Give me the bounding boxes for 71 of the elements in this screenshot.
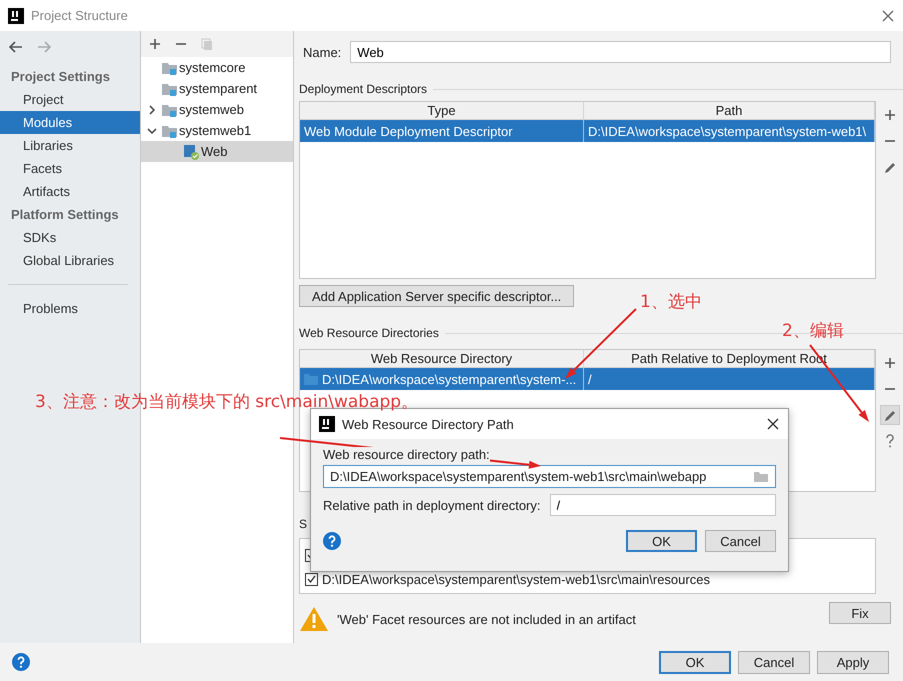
section-title: Deployment Descriptors — [299, 82, 428, 96]
close-icon — [882, 10, 894, 22]
column-header[interactable]: Web Resource Directory — [300, 350, 584, 367]
chevron-down-icon — [147, 126, 157, 136]
table-cell: Web Module Deployment Descriptor — [304, 124, 513, 138]
field-label: Web resource directory path: — [323, 447, 490, 463]
fix-button[interactable]: Fix — [829, 602, 891, 624]
sidebar-item[interactable]: SDKs — [0, 226, 140, 249]
pencil-icon — [883, 160, 896, 174]
table-row[interactable]: Web Module Deployment Descriptor D:\IDEA\workspace\systemparent\system-web1\ — [300, 120, 875, 142]
sidebar-item[interactable]: Problems — [0, 297, 140, 320]
help-icon — [884, 434, 894, 448]
back-arrow-icon — [9, 41, 23, 53]
web-facet-icon — [183, 144, 199, 160]
forward-arrow-icon — [37, 41, 51, 53]
sidebar-item[interactable]: Modules — [0, 111, 140, 134]
dialog-button[interactable]: OK — [626, 530, 697, 552]
section-heading: Project Settings — [10, 68, 111, 86]
column-header[interactable]: Path — [584, 102, 875, 119]
warning-icon — [299, 606, 329, 632]
section-title: S — [299, 517, 308, 531]
sidebar-item[interactable]: Artifacts — [0, 180, 140, 203]
help-icon — [12, 653, 30, 671]
checkmark-icon — [307, 575, 316, 583]
dialog-title: Web Resource Directory Path — [342, 416, 514, 432]
table-cell: / — [588, 372, 592, 386]
plus-icon — [884, 109, 896, 121]
folder-icon — [753, 470, 769, 483]
pencil-button[interactable] — [880, 405, 900, 425]
section-title: Web Resource Directories — [299, 326, 439, 340]
table-cell: D:\IDEA\workspace\systemparent\system-web1\ — [588, 124, 866, 138]
checkbox[interactable] — [305, 572, 318, 586]
annotation-text: 1、选中 — [640, 291, 702, 313]
plus-icon — [149, 38, 161, 50]
pencil-icon — [883, 408, 896, 422]
annotation-text: 2、编辑 — [782, 320, 844, 342]
dialog-button[interactable]: Cancel — [705, 530, 776, 552]
copy-icon — [201, 38, 213, 50]
sidebar-item[interactable]: Project — [0, 88, 140, 111]
table-cell: D:\IDEA\workspace\systemparent\system-... — [322, 372, 576, 386]
section-heading: Platform Settings — [10, 206, 120, 224]
app-logo-icon — [8, 8, 24, 24]
tree-item[interactable]: systemparent — [141, 78, 293, 99]
sidebar-item[interactable]: Global Libraries — [0, 249, 140, 272]
name-label: Name: — [303, 44, 342, 60]
help-icon — [323, 532, 341, 550]
plus-icon — [884, 357, 896, 369]
path-field[interactable]: D:\IDEA\workspace\systemparent\system-web1\src\main\webapp — [323, 465, 776, 488]
column-header[interactable]: Type — [300, 102, 584, 119]
annotation-text: 3、注意：改为当前模块下的 src\main\wabapp。 — [35, 391, 418, 413]
name-field[interactable]: Web — [350, 41, 891, 63]
field-label: Relative path in deployment directory: — [323, 498, 541, 512]
add-descriptor-button[interactable]: Add Application Server specific descriptor... — [299, 285, 574, 307]
sidebar-item[interactable]: Facets — [0, 157, 140, 180]
tree-item[interactable]: systemweb — [141, 99, 293, 120]
sidebar-item[interactable]: Libraries — [0, 134, 140, 157]
tree-item[interactable]: Web — [141, 141, 293, 162]
window-title: Project Structure — [31, 8, 128, 23]
warning-message: 'Web' Facet resources are not included in an artifact — [337, 612, 636, 626]
app-logo-icon — [319, 416, 335, 432]
dialog-button[interactable]: OK — [659, 650, 731, 674]
chevron-right-icon — [147, 104, 157, 114]
close-icon — [767, 418, 779, 430]
tree-item[interactable]: systemweb1 — [141, 120, 293, 141]
source-root-path: D:\IDEA\workspace\systemparent\system-web1\src\main\resources — [322, 572, 710, 586]
relative-path-field[interactable]: / — [550, 494, 776, 516]
tree-item[interactable]: systemcore — [141, 57, 293, 78]
dialog-button[interactable]: Apply — [817, 650, 889, 674]
table-row[interactable]: D:\IDEA\workspace\systemparent\system-... / — [300, 368, 875, 390]
dialog-button[interactable]: Cancel — [738, 650, 810, 674]
folder-icon — [304, 373, 318, 385]
